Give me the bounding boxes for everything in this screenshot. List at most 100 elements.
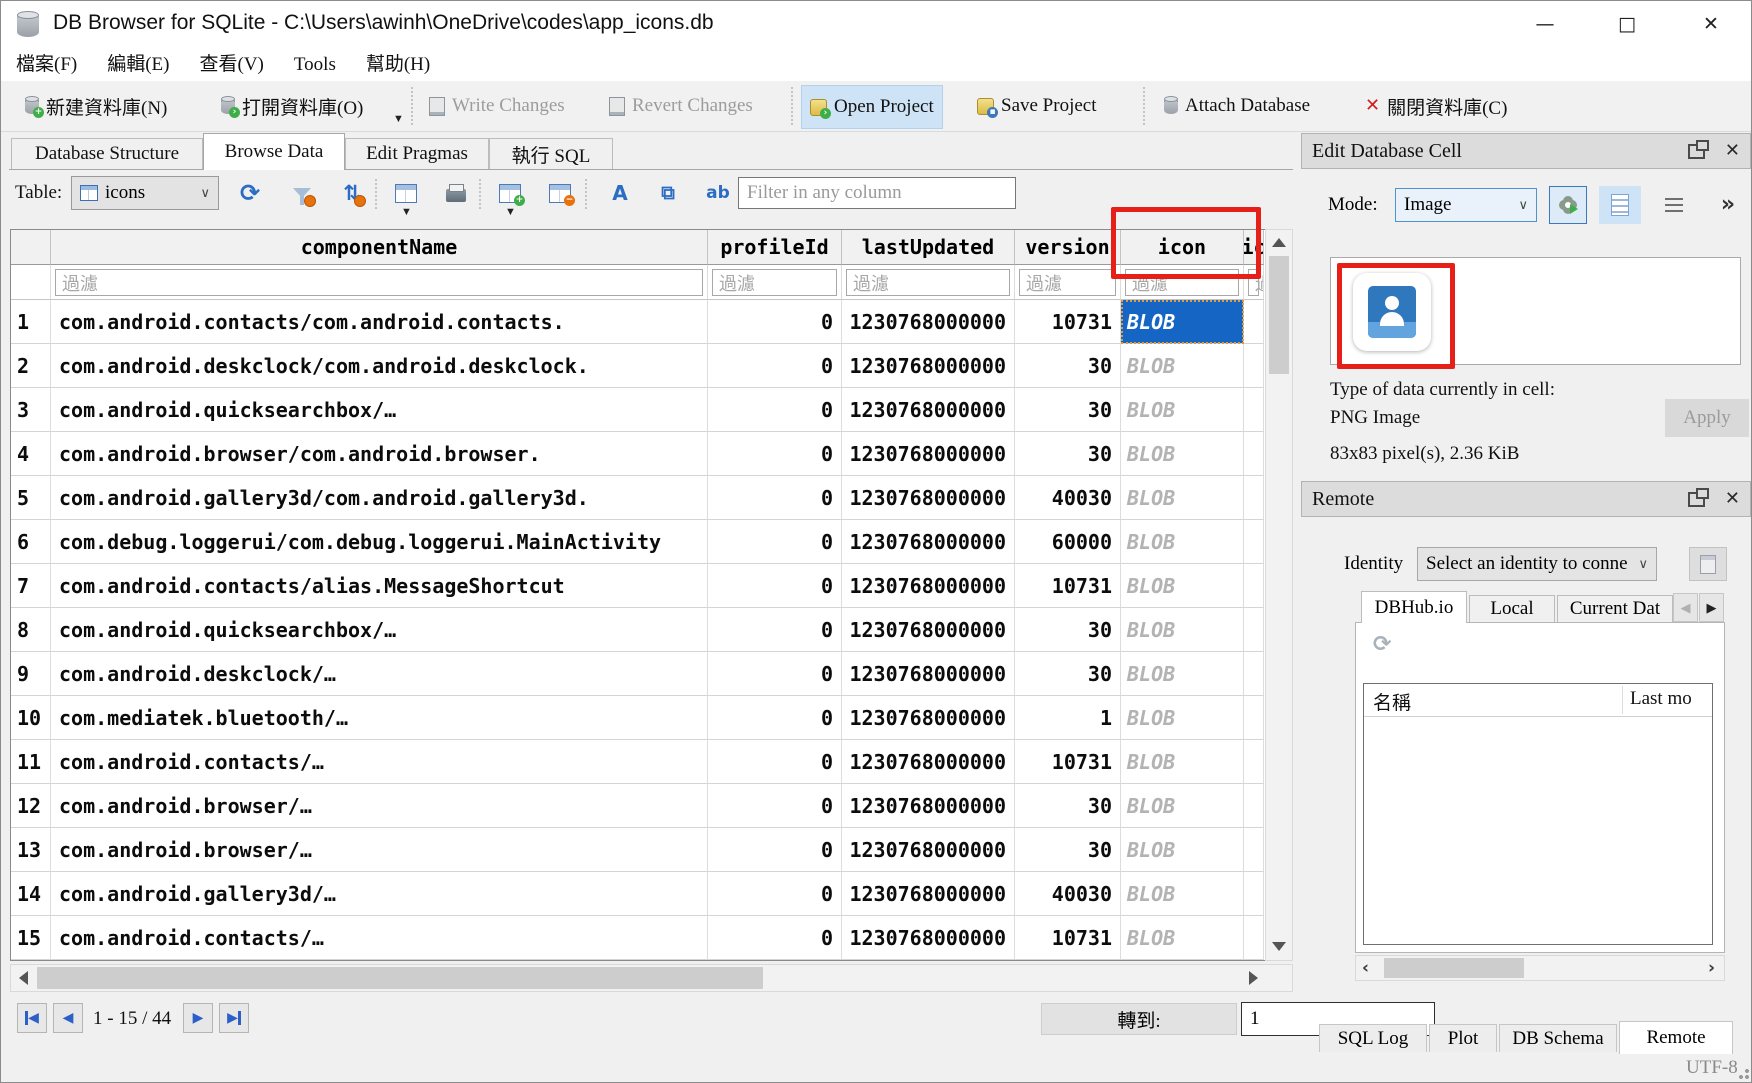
name-column-header[interactable]: 名稱: [1373, 688, 1411, 715]
cell-icon-blob[interactable]: BLOB: [1121, 432, 1244, 476]
encoding-status[interactable]: UTF-8: [1686, 1057, 1738, 1079]
cell-clipped[interactable]: [1244, 476, 1264, 520]
dock-tab-plot[interactable]: Plot: [1429, 1024, 1497, 1052]
cell-lastUpdated[interactable]: 1230768000000: [842, 344, 1015, 388]
cell-profileId[interactable]: 0: [708, 696, 842, 740]
dock-tab-db-schema[interactable]: DB Schema: [1499, 1024, 1617, 1052]
table-select[interactable]: icons ∨: [71, 176, 219, 210]
cell-profileId[interactable]: 0: [708, 916, 842, 960]
vertical-scroll-thumb[interactable]: [1269, 256, 1289, 374]
cell-clipped[interactable]: [1244, 872, 1264, 916]
cell-componentName[interactable]: com.android.contacts/com.android.contact…: [51, 300, 708, 344]
cell-profileId[interactable]: 0: [708, 608, 842, 652]
cell-profileId[interactable]: 0: [708, 652, 842, 696]
cell-profileId[interactable]: 0: [708, 520, 842, 564]
cell-profileId[interactable]: 0: [708, 564, 842, 608]
import-data-button[interactable]: [1549, 186, 1587, 224]
tab-Browse Data[interactable]: Browse Data: [203, 133, 345, 170]
print-button[interactable]: [441, 178, 471, 208]
filter-input-profileId[interactable]: 過濾: [712, 269, 837, 296]
cell-profileId[interactable]: 0: [708, 300, 842, 344]
open-project-button[interactable]: › Open Project: [801, 85, 943, 129]
close-panel-icon[interactable]: ✕: [1725, 142, 1740, 160]
remote-database-list[interactable]: 名稱 Last mo: [1363, 683, 1713, 945]
cell-icon-blob[interactable]: BLOB: [1121, 564, 1244, 608]
cell-version[interactable]: 1: [1015, 696, 1121, 740]
maximize-button[interactable]: □: [1605, 7, 1649, 41]
remote-horizontal-scrollbar[interactable]: ‹ ›: [1355, 955, 1725, 981]
cell-icon-blob[interactable]: BLOB: [1121, 608, 1244, 652]
cell-version[interactable]: 40030: [1015, 872, 1121, 916]
cell-version[interactable]: 60000: [1015, 520, 1121, 564]
cell-componentName[interactable]: com.android.quicksearchbox/…: [51, 608, 708, 652]
refresh-button[interactable]: ⟳: [235, 178, 265, 208]
cell-lastUpdated[interactable]: 1230768000000: [842, 476, 1015, 520]
cell-version[interactable]: 40030: [1015, 476, 1121, 520]
cell-componentName[interactable]: com.android.browser/…: [51, 784, 708, 828]
cell-icon-blob[interactable]: BLOB: [1121, 828, 1244, 872]
dock-tab-remote[interactable]: Remote: [1619, 1021, 1733, 1054]
cell-componentName[interactable]: com.debug.loggerui/com.debug.loggerui.Ma…: [51, 520, 708, 564]
cell-version[interactable]: 30: [1015, 652, 1121, 696]
cell-version[interactable]: 10731: [1015, 740, 1121, 784]
revert-changes-button[interactable]: Revert Changes: [601, 85, 761, 127]
tab-Edit Pragmas[interactable]: Edit Pragmas: [345, 138, 489, 169]
first-page-button[interactable]: ◀: [17, 1003, 47, 1033]
replace-button[interactable]: ab: [703, 178, 733, 208]
cell-icon-blob[interactable]: BLOB: [1121, 520, 1244, 564]
cell-profileId[interactable]: 0: [708, 872, 842, 916]
cell-version[interactable]: 10731: [1015, 564, 1121, 608]
resize-grip[interactable]: [1737, 1067, 1749, 1079]
cell-version[interactable]: 30: [1015, 344, 1121, 388]
cell-icon-blob[interactable]: BLOB: [1121, 872, 1244, 916]
cell-clipped[interactable]: [1244, 564, 1264, 608]
cell-version[interactable]: 30: [1015, 388, 1121, 432]
scroll-up-icon[interactable]: [1272, 238, 1286, 247]
float-panel-icon[interactable]: [1688, 492, 1705, 507]
minimize-button[interactable]: —: [1523, 7, 1567, 41]
cell-componentName[interactable]: com.android.deskclock/com.android.deskcl…: [51, 344, 708, 388]
cell-profileId[interactable]: 0: [708, 476, 842, 520]
cell-clipped[interactable]: [1244, 608, 1264, 652]
next-page-button[interactable]: ▶: [183, 1003, 213, 1033]
float-panel-icon[interactable]: [1688, 144, 1705, 159]
cell-icon-blob[interactable]: BLOB: [1121, 344, 1244, 388]
filter-input-ic[interactable]: 過濾: [1248, 269, 1259, 296]
remote-tab-DBHub.io[interactable]: DBHub.io: [1361, 591, 1467, 623]
remote-refresh-icon[interactable]: ⟳: [1373, 634, 1391, 656]
cell-componentName[interactable]: com.android.deskclock/…: [51, 652, 708, 696]
close-panel-icon[interactable]: ✕: [1725, 490, 1740, 508]
cell-icon-blob[interactable]: BLOB: [1121, 476, 1244, 520]
col-header-ic[interactable]: ic: [1244, 230, 1264, 265]
cell-lastUpdated[interactable]: 1230768000000: [842, 784, 1015, 828]
scroll-right-icon[interactable]: ›: [1708, 960, 1715, 977]
word-wrap-button[interactable]: [1654, 186, 1690, 224]
col-header-icon[interactable]: icon: [1121, 230, 1244, 265]
clear-sorting-button[interactable]: ⇅: [337, 178, 367, 208]
col-header-componentName[interactable]: componentName: [51, 230, 708, 265]
menu-item-幫助(H)[interactable]: 幫助(H): [351, 49, 445, 80]
cell-profileId[interactable]: 0: [708, 740, 842, 784]
cell-icon-blob[interactable]: BLOB: [1121, 784, 1244, 828]
cell-clipped[interactable]: [1244, 520, 1264, 564]
dock-tab-sql-log[interactable]: SQL Log: [1319, 1024, 1427, 1052]
grid-horizontal-scrollbar[interactable]: [10, 964, 1293, 992]
cell-clipped[interactable]: [1244, 916, 1264, 960]
scroll-right-icon[interactable]: [1249, 971, 1258, 985]
cell-icon-blob[interactable]: BLOB: [1121, 916, 1244, 960]
find-in-cells-button[interactable]: ⧉: [653, 178, 683, 208]
cell-profileId[interactable]: 0: [708, 432, 842, 476]
remote-tab-Local[interactable]: Local: [1469, 595, 1555, 622]
delete-record-button[interactable]: −: [545, 178, 575, 208]
cell-icon-blob[interactable]: BLOB: [1121, 740, 1244, 784]
insert-record-dropdown-icon[interactable]: ▼: [505, 206, 516, 218]
cell-version[interactable]: 30: [1015, 784, 1121, 828]
cell-clipped[interactable]: [1244, 828, 1264, 872]
col-header-version[interactable]: version: [1015, 230, 1121, 265]
tab-執行 SQL[interactable]: 執行 SQL: [489, 138, 613, 169]
cell-icon-blob[interactable]: BLOB: [1121, 388, 1244, 432]
open-database-dropdown-icon[interactable]: ▼: [393, 113, 404, 125]
cell-version[interactable]: 30: [1015, 432, 1121, 476]
save-project-button[interactable]: ▪ Save Project: [969, 85, 1105, 127]
cell-lastUpdated[interactable]: 1230768000000: [842, 388, 1015, 432]
